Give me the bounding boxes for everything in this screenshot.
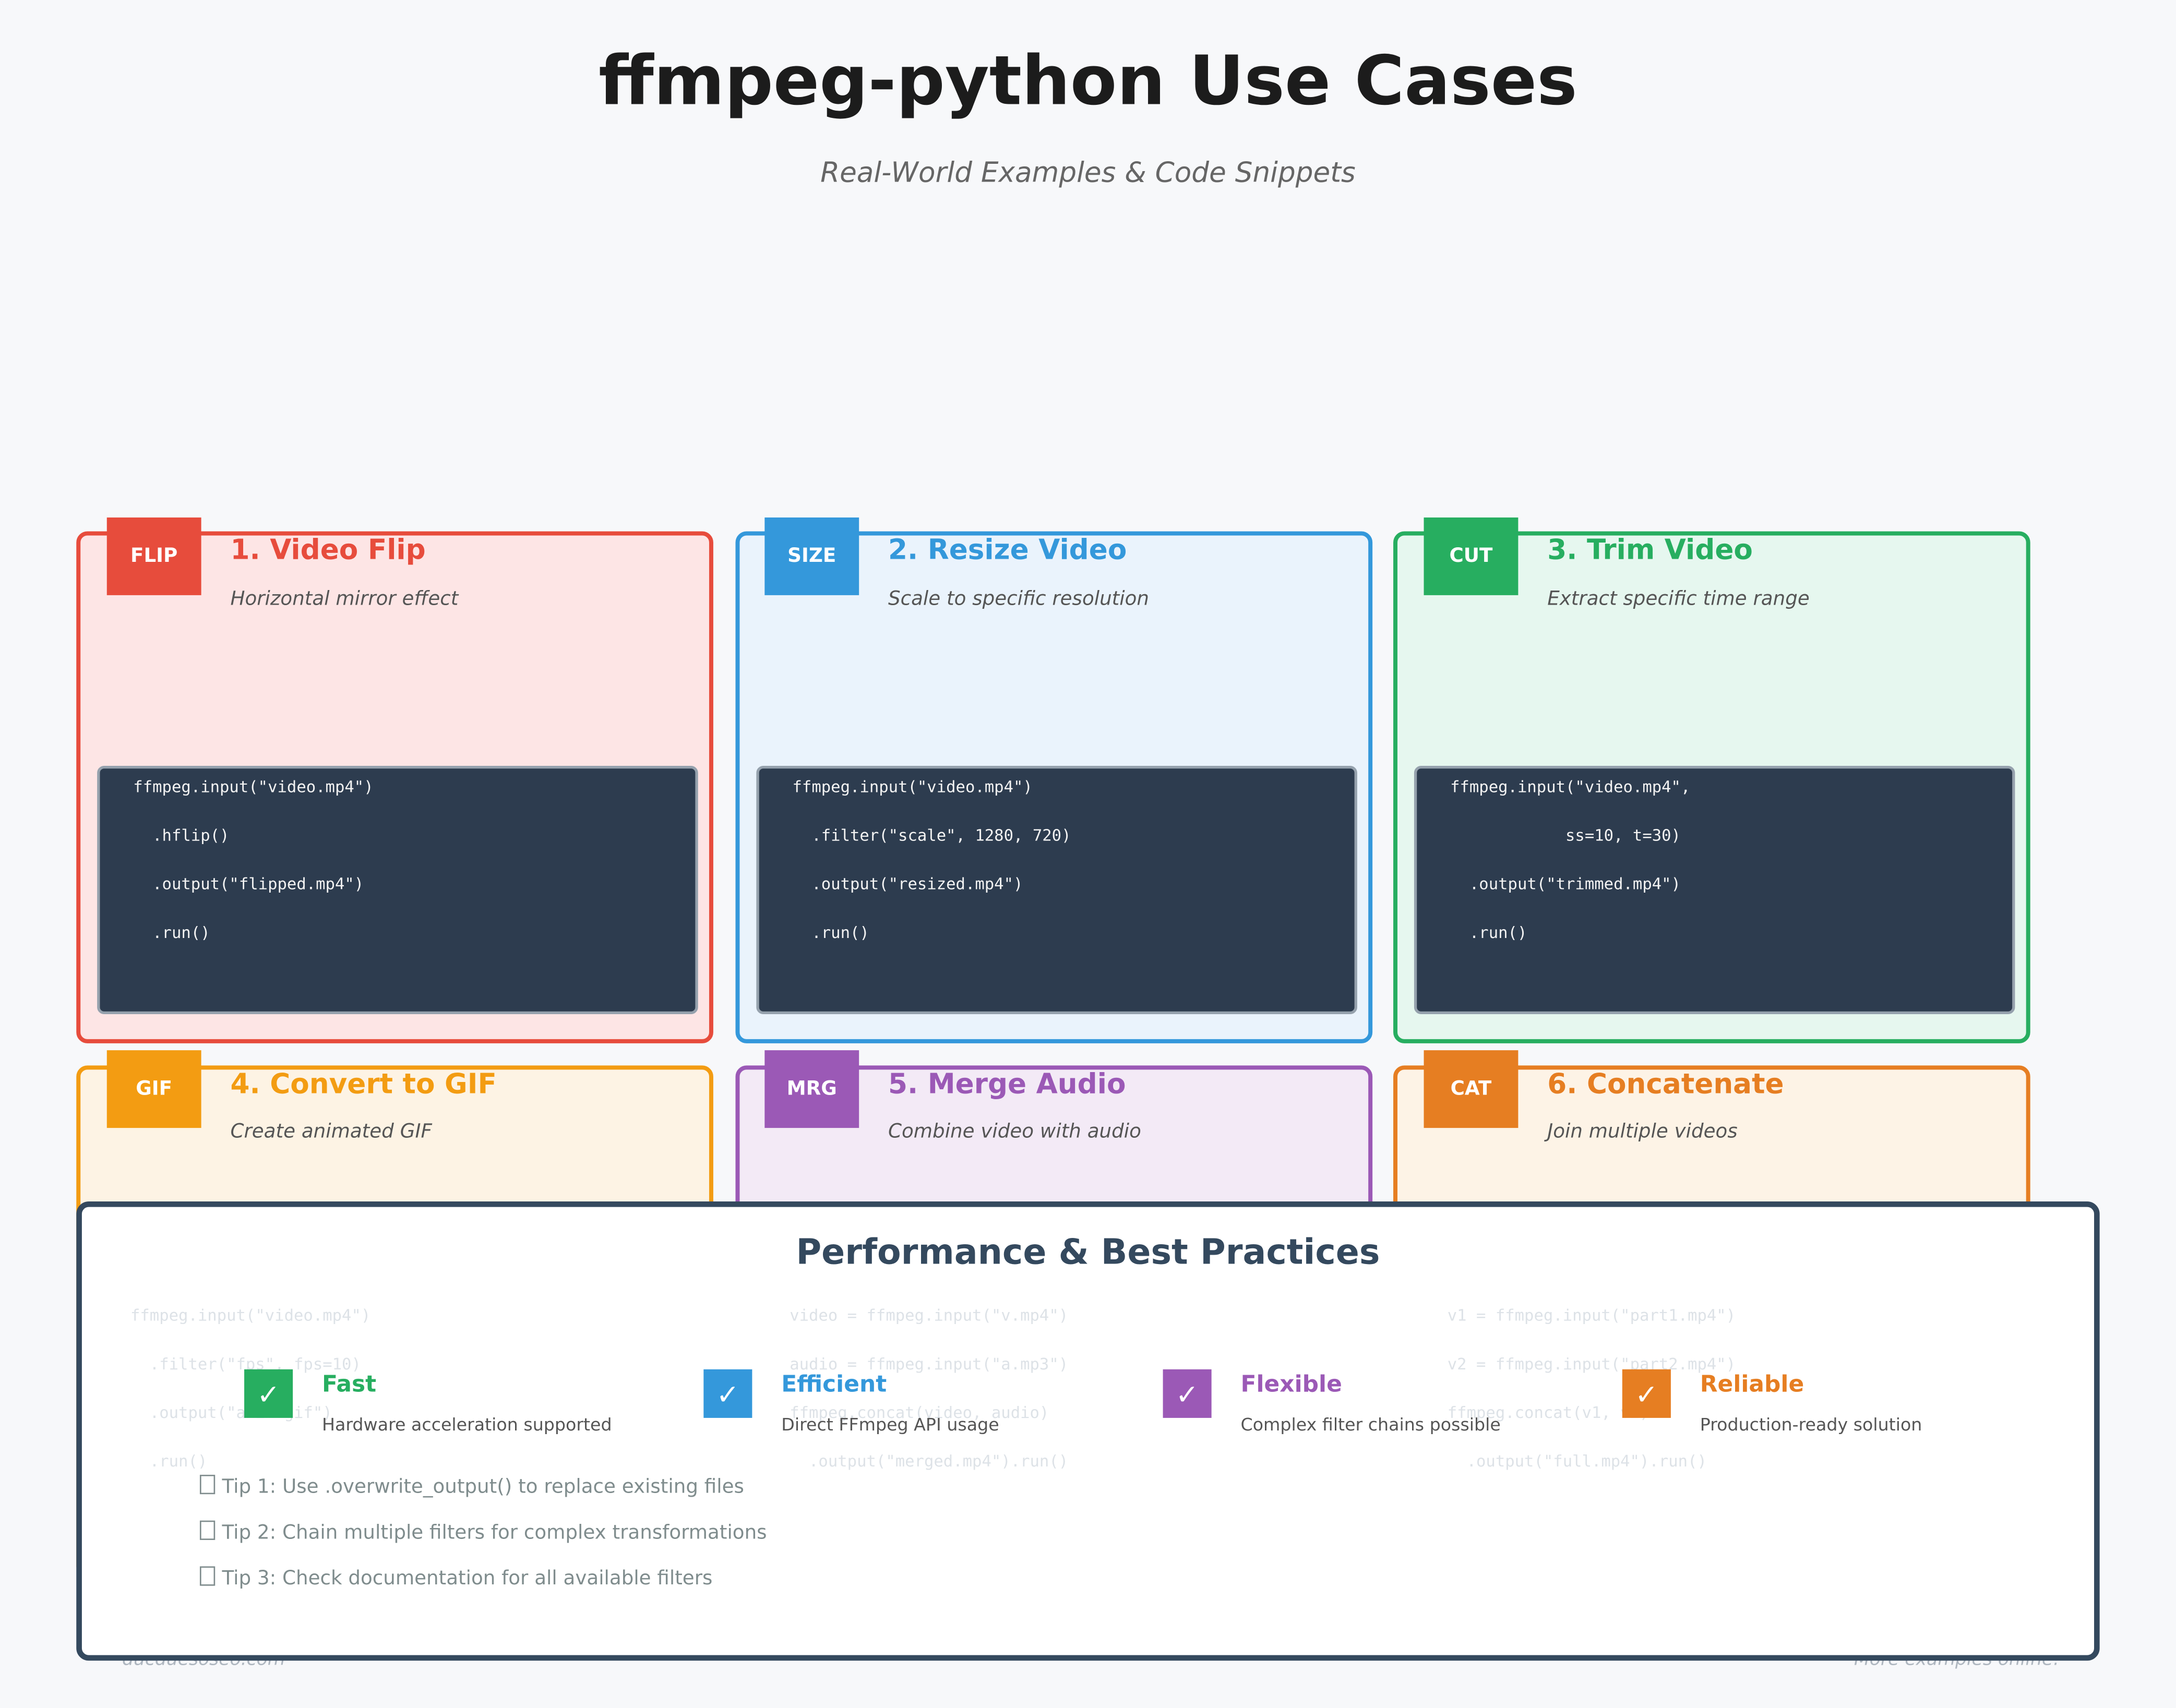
faded-code-line: .output("full.mp4").run() — [1447, 1451, 1707, 1471]
faded-code-line: video = ffmpeg.input("v.mp4") — [790, 1305, 1069, 1325]
faded-code-line: .output("anim.gif") — [130, 1402, 332, 1422]
card-badge-cat: CAT — [1424, 1050, 1519, 1128]
feature-desc: Complex filter chains possible — [1240, 1413, 1501, 1435]
code-line: .filter("scale", 1280, 720) — [792, 825, 1071, 845]
card-title: 3. Trim Video — [1547, 533, 1753, 567]
feature-desc: Production-ready solution — [1700, 1413, 1922, 1435]
check-icon: ✓ — [244, 1369, 293, 1418]
card-title: 2. Resize Video — [888, 533, 1127, 567]
missing-glyph-icon — [199, 1566, 216, 1586]
code-line: .output("trimmed.mp4") — [1450, 874, 1681, 894]
code-line: ss=10, t=30) — [1450, 825, 1681, 845]
faded-code-line: .run() — [130, 1451, 208, 1471]
tip-text: Tip 2: Chain multiple filters for comple… — [222, 1522, 767, 1544]
feature-name: Flexible — [1240, 1370, 1342, 1398]
faded-code-line: v1 = ffmpeg.input("part1.mp4") — [1447, 1305, 1736, 1325]
card-title: 6. Concatenate — [1547, 1067, 1784, 1100]
check-icon: ✓ — [703, 1369, 752, 1418]
code-line: ffmpeg.input("video.mp4", — [1450, 777, 1691, 797]
feature-name: Reliable — [1700, 1370, 1804, 1398]
tip-1: Tip 1: Use .overwrite_output() to replac… — [199, 1474, 744, 1499]
code-block: ffmpeg.input("video.mp4") .filter("scale… — [756, 765, 1357, 1015]
missing-glyph-icon — [199, 1474, 216, 1495]
feature-name: Efficient — [781, 1370, 887, 1398]
code-line: .run() — [1450, 922, 1527, 942]
tip-3: Tip 3: Check documentation for all avail… — [199, 1566, 713, 1590]
page-subtitle: Real-World Examples & Code Snippets — [820, 155, 1356, 189]
code-block: ffmpeg.input("video.mp4") .hflip() .outp… — [97, 765, 698, 1015]
page-title: ffmpeg-python Use Cases — [599, 41, 1577, 121]
tip-text: Tip 3: Check documentation for all avail… — [222, 1568, 713, 1590]
card-title: 4. Convert to GIF — [230, 1067, 497, 1100]
code-line: .run() — [133, 922, 210, 942]
code-block: ffmpeg.input("video.mp4", ss=10, t=30) .… — [1414, 765, 2015, 1015]
card-title: 1. Video Flip — [230, 533, 426, 567]
missing-glyph-icon — [199, 1520, 216, 1540]
card-title: 5. Merge Audio — [888, 1067, 1126, 1100]
code-line: .output("flipped.mp4") — [133, 874, 364, 894]
card-badge-size: SIZE — [764, 517, 859, 595]
card-description: Join multiple videos — [1547, 1121, 1738, 1144]
tip-2: Tip 2: Chain multiple filters for comple… — [199, 1520, 767, 1544]
faded-code-line: v2 = ffmpeg.input("part2.mp4") — [1447, 1354, 1736, 1374]
card-description: Extract specific time range — [1547, 588, 1810, 611]
code-line: .hflip() — [133, 825, 230, 845]
card-badge-flip: FLIP — [106, 517, 201, 595]
faded-code-line: ffmpeg.input("video.mp4") — [130, 1305, 371, 1325]
check-icon: ✓ — [1163, 1369, 1212, 1418]
tip-text: Tip 1: Use .overwrite_output() to replac… — [222, 1476, 744, 1499]
card-badge-gif: GIF — [106, 1050, 201, 1128]
best-practices-title: Performance & Best Practices — [796, 1232, 1380, 1272]
card-description: Combine video with audio — [888, 1121, 1141, 1144]
code-line: .output("resized.mp4") — [792, 874, 1023, 894]
card-badge-cut: CUT — [1424, 517, 1519, 595]
feature-desc: Hardware acceleration supported — [321, 1413, 612, 1435]
code-line: ffmpeg.input("video.mp4") — [133, 777, 374, 797]
feature-desc: Direct FFmpeg API usage — [781, 1413, 999, 1435]
faded-code-line: .output("merged.mp4").run() — [790, 1451, 1069, 1471]
code-line: .run() — [792, 922, 869, 942]
card-badge-mrg: MRG — [764, 1050, 859, 1128]
card-description: Scale to specific resolution — [888, 588, 1150, 611]
card-description: Create animated GIF — [230, 1121, 432, 1144]
check-icon: ✓ — [1622, 1369, 1671, 1418]
feature-name: Fast — [321, 1370, 377, 1398]
card-description: Horizontal mirror effect — [230, 588, 459, 611]
code-line: ffmpeg.input("video.mp4") — [792, 777, 1033, 797]
